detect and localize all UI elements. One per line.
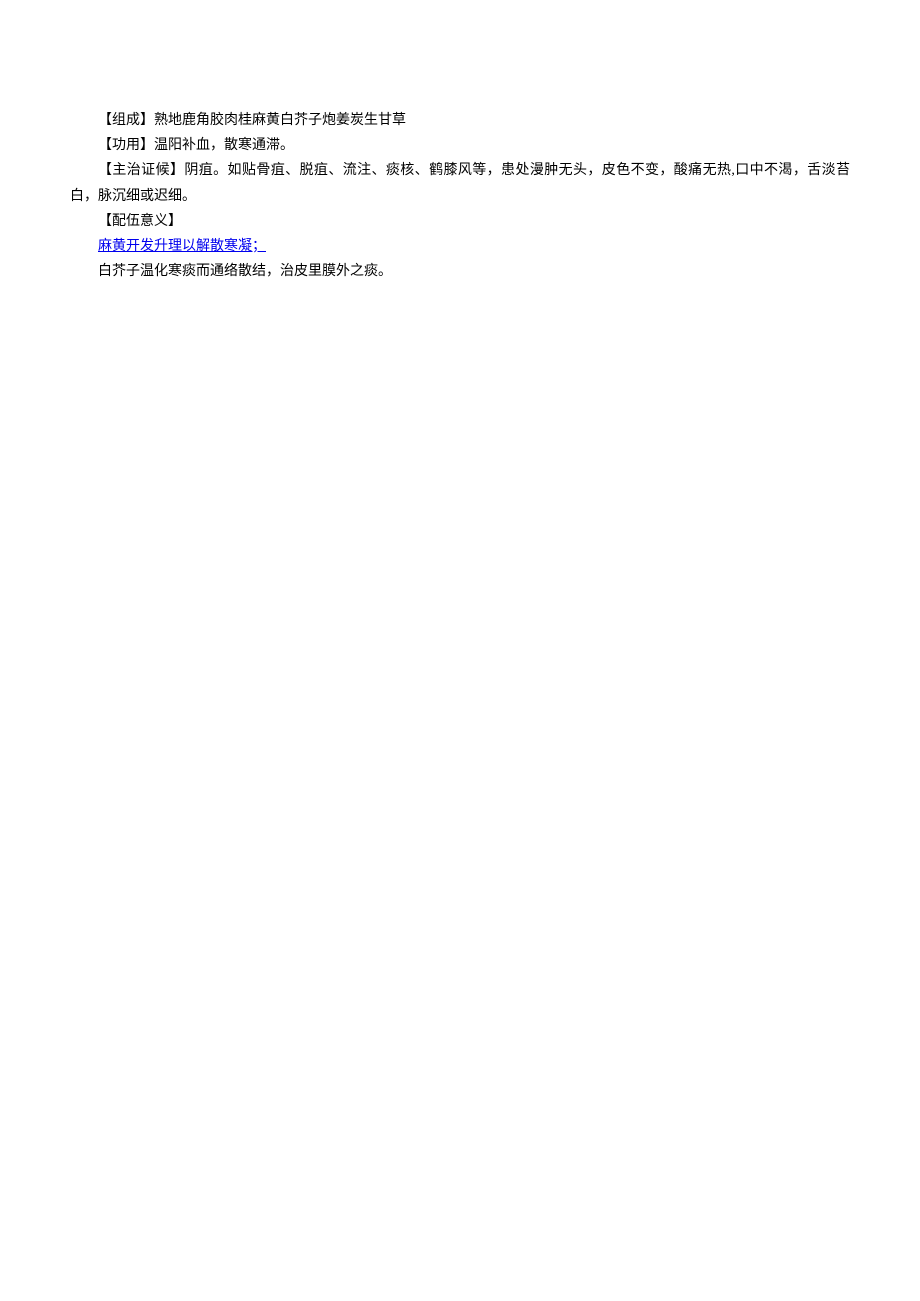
section-content: 白芥子温化寒痰而通络散结，治皮里膜外之痰。 [98, 264, 392, 279]
paragraph-indication: 【主治证候】阴疽。如贴骨疽、脱疽、流注、痰核、鹤膝风等，患处漫肿无头，皮色不变，… [70, 158, 850, 208]
section-label: 【功用】 [98, 138, 154, 153]
paragraph-compatibility-header: 【配伍意义】 [70, 209, 850, 234]
paragraph-mahuang: 麻黄开发升理以解散寒凝； [70, 234, 850, 259]
section-content: 阴疽。如贴骨疽、脱疽、流注、痰核、鹤膝风等，患处漫肿无头，皮色不变，酸痛无热,口… [70, 163, 850, 203]
section-label: 【配伍意义】 [98, 214, 182, 229]
paragraph-composition: 【组成】熟地鹿角胶肉桂麻黄白芥子炮姜炭生甘草 [70, 108, 850, 133]
section-label: 【主治证候】 [98, 163, 184, 178]
section-content: 熟地鹿角胶肉桂麻黄白芥子炮姜炭生甘草 [154, 113, 406, 128]
document-body: 【组成】熟地鹿角胶肉桂麻黄白芥子炮姜炭生甘草 【功用】温阳补血，散寒通滞。 【主… [70, 108, 850, 284]
paragraph-baijiezi: 白芥子温化寒痰而通络散结，治皮里膜外之痰。 [70, 259, 850, 284]
section-label: 【组成】 [98, 113, 154, 128]
paragraph-function: 【功用】温阳补血，散寒通滞。 [70, 133, 850, 158]
section-content: 温阳补血，散寒通滞。 [154, 138, 294, 153]
link-text-mahuang[interactable]: 麻黄开发升理以解散寒凝； [98, 239, 266, 254]
